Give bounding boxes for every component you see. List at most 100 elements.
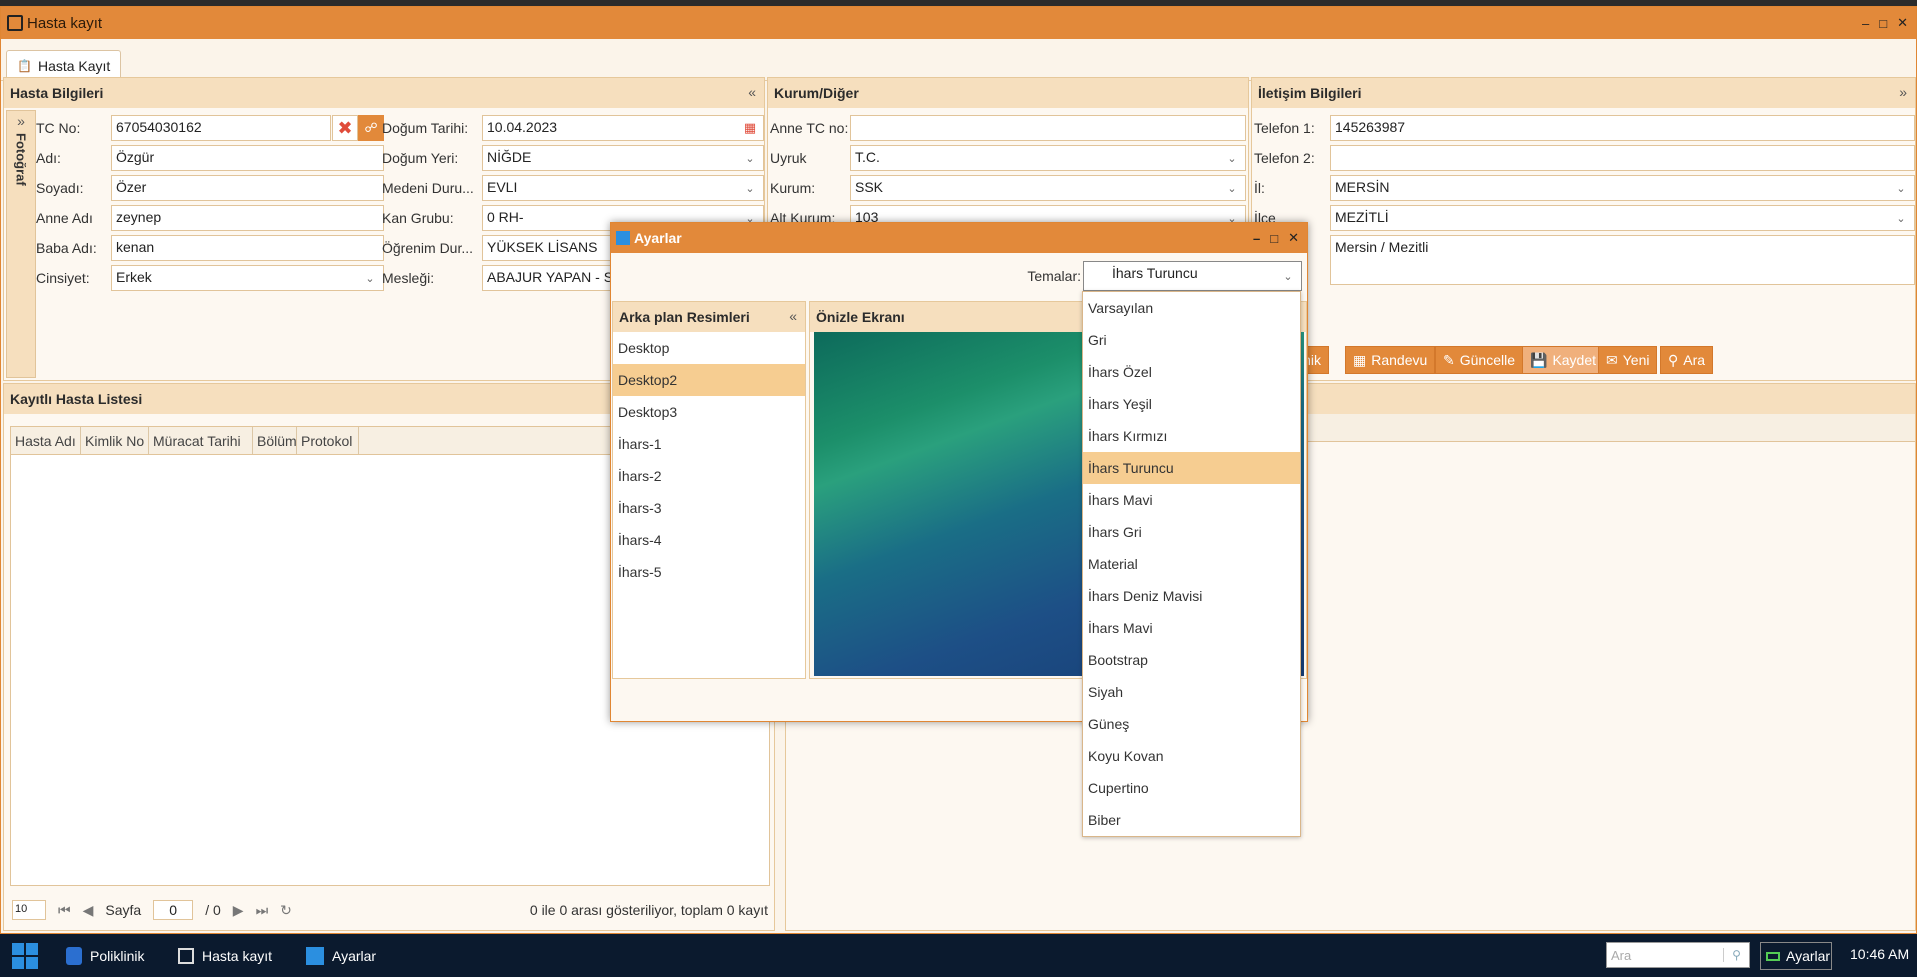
il-select[interactable]: MERSİN ⌄ xyxy=(1330,175,1915,201)
panel-title: Önizle Ekranı xyxy=(816,309,905,325)
adi-input[interactable]: Özgür xyxy=(111,145,384,171)
collapse-left-icon[interactable]: « xyxy=(748,84,756,100)
page-input[interactable]: 0 xyxy=(153,900,194,920)
dogum-tarihi-input[interactable]: 10.04.2023 ▦ xyxy=(482,115,764,141)
minimize-icon[interactable]: – xyxy=(1253,231,1260,246)
shield-icon[interactable]: ☍ xyxy=(358,115,384,141)
col-kimlik-no[interactable]: Kimlik No xyxy=(81,427,149,454)
soyadi-label: Soyadı: xyxy=(36,180,84,196)
maximize-icon[interactable]: □ xyxy=(1270,231,1278,246)
close-icon[interactable]: ✕ xyxy=(1897,15,1908,31)
last-page-icon[interactable]: ⏭ xyxy=(256,902,269,919)
tc-input[interactable]: 67054030162 xyxy=(111,115,331,141)
tema-option[interactable]: Koyu Kovan xyxy=(1083,740,1300,772)
soyadi-input[interactable]: Özer xyxy=(111,175,384,201)
chevron-down-icon[interactable]: ⌄ xyxy=(1219,146,1245,170)
chevron-down-icon[interactable]: ⌄ xyxy=(1888,176,1914,200)
col-protokol[interactable]: Protokol xyxy=(297,427,359,454)
tema-option[interactable]: İhars Gri xyxy=(1083,516,1300,548)
panel-title: Kurum/Diğer xyxy=(774,85,859,101)
close-icon[interactable]: ✕ xyxy=(1288,230,1299,246)
kurum-select[interactable]: SSK ⌄ xyxy=(850,175,1246,201)
telefon2-input[interactable] xyxy=(1330,145,1915,171)
background-list-item[interactable]: İhars-1 xyxy=(613,428,805,460)
chevron-down-icon[interactable]: ⌄ xyxy=(357,266,383,290)
tema-option[interactable]: Siyah xyxy=(1083,676,1300,708)
chevron-down-icon[interactable]: ⌄ xyxy=(1219,176,1245,200)
ilce-value: MEZİTLİ xyxy=(1335,209,1389,225)
taskbar-item-poliklinik[interactable]: Poliklinik xyxy=(66,934,144,977)
cinsiyet-select[interactable]: Erkek ⌄ xyxy=(111,265,384,291)
minimize-icon[interactable]: – xyxy=(1862,16,1869,31)
tema-option[interactable]: İhars Yeşil xyxy=(1083,388,1300,420)
taskbar-search[interactable]: Ara ⚲ xyxy=(1606,942,1750,968)
tema-option[interactable]: Bootstrap xyxy=(1083,644,1300,676)
taskbar-item-ayarlar[interactable]: Ayarlar xyxy=(306,934,376,977)
randevu-button[interactable]: ▦ Randevu xyxy=(1345,346,1436,374)
tema-option[interactable]: Biber xyxy=(1083,804,1300,836)
window-titlebar[interactable]: Hasta kayıt – □ ✕ xyxy=(1,7,1916,39)
background-list-item[interactable]: Desktop3 xyxy=(613,396,805,428)
chevron-down-icon[interactable]: ⌄ xyxy=(1275,262,1301,290)
uyruk-select[interactable]: T.C. ⌄ xyxy=(850,145,1246,171)
next-page-icon[interactable]: ▶ xyxy=(233,902,244,919)
first-page-icon[interactable]: ⏮ xyxy=(58,902,71,919)
maximize-icon[interactable]: □ xyxy=(1879,16,1887,31)
tray-ayarlar-button[interactable]: Ayarlar xyxy=(1760,942,1832,970)
tab-strip: 📋 Hasta Kayıt xyxy=(1,39,1916,81)
start-button[interactable] xyxy=(12,934,38,977)
background-list-item[interactable]: İhars-4 xyxy=(613,524,805,556)
background-list-item[interactable]: İhars-3 xyxy=(613,492,805,524)
background-list: Desktop Desktop2 Desktop3 İhars-1 İhars-2 İha… xyxy=(613,332,805,678)
taskbar-item-hasta-kayit[interactable]: Hasta kayıt xyxy=(178,934,272,977)
chevron-down-icon[interactable]: ⌄ xyxy=(737,146,763,170)
baba-adi-input[interactable]: kenan xyxy=(111,235,384,261)
tema-option[interactable]: İhars Deniz Mavisi xyxy=(1083,580,1300,612)
tema-select[interactable]: İhars Turuncu ⌄ xyxy=(1083,261,1302,291)
tema-option[interactable]: İhars Mavi xyxy=(1083,612,1300,644)
tema-option[interactable]: İhars Mavi xyxy=(1083,484,1300,516)
ara-button[interactable]: ⚲ Ara xyxy=(1660,346,1714,374)
chevron-down-icon[interactable]: ⌄ xyxy=(1888,206,1914,230)
kurum-label: Kurum: xyxy=(770,180,816,196)
anne-adi-input[interactable]: zeynep xyxy=(111,205,384,231)
prev-page-icon[interactable]: ◀ xyxy=(83,902,94,919)
refresh-icon[interactable]: ↻ xyxy=(280,902,292,919)
col-bolum[interactable]: Bölüm xyxy=(253,427,297,454)
col-hasta-adi[interactable]: Hasta Adı xyxy=(11,427,81,454)
guncelle-button[interactable]: ✎ Güncelle xyxy=(1435,346,1523,374)
expand-right-icon[interactable]: » xyxy=(7,113,35,129)
tema-option[interactable]: Material xyxy=(1083,548,1300,580)
background-list-item[interactable]: Desktop2 xyxy=(613,364,805,396)
calendar-icon[interactable]: ▦ xyxy=(737,116,763,140)
tema-option[interactable]: İhars Özel xyxy=(1083,356,1300,388)
collapse-left-icon[interactable]: « xyxy=(789,308,797,324)
tema-option[interactable]: Gri xyxy=(1083,324,1300,356)
ilce-select[interactable]: MEZİTLİ ⌄ xyxy=(1330,205,1915,231)
tema-option[interactable]: İhars Turuncu xyxy=(1083,452,1300,484)
col-muracat-tarihi[interactable]: Müracat Tarihi xyxy=(149,427,253,454)
tema-option[interactable]: Güneş xyxy=(1083,708,1300,740)
background-list-item[interactable]: Desktop xyxy=(613,332,805,364)
tema-option[interactable]: Varsayılan xyxy=(1083,292,1300,324)
medeni-select[interactable]: EVLI ⌄ xyxy=(482,175,764,201)
tema-option[interactable]: İhars Kırmızı xyxy=(1083,420,1300,452)
taskbar-search-input[interactable]: Ara xyxy=(1607,948,1723,963)
search-icon[interactable]: ⚲ xyxy=(1723,948,1749,962)
cinsiyet-label: Cinsiyet: xyxy=(36,270,90,286)
background-list-item[interactable]: İhars-2 xyxy=(613,460,805,492)
clear-x-icon[interactable]: ✖ xyxy=(332,115,358,141)
telefon1-input[interactable]: 145263987 xyxy=(1330,115,1915,141)
yeni-button[interactable]: ✉ Yeni xyxy=(1598,346,1658,374)
background-list-item[interactable]: İhars-5 xyxy=(613,556,805,588)
dogum-yeri-select[interactable]: NİĞDE ⌄ xyxy=(482,145,764,171)
anne-tc-input[interactable] xyxy=(850,115,1246,141)
page-size-select[interactable]: 10 xyxy=(12,900,46,920)
tema-option[interactable]: Cupertino xyxy=(1083,772,1300,804)
expand-right-icon[interactable]: » xyxy=(1899,84,1907,100)
dialog-titlebar[interactable]: Ayarlar – □ ✕ xyxy=(611,223,1307,253)
photo-strip[interactable]: » Fotoğraf xyxy=(6,110,36,378)
chevron-down-icon[interactable]: ⌄ xyxy=(737,176,763,200)
adres-textarea[interactable]: Mersin / Mezitli xyxy=(1330,235,1915,285)
kaydet-button[interactable]: 💾 Kaydet xyxy=(1522,346,1605,374)
